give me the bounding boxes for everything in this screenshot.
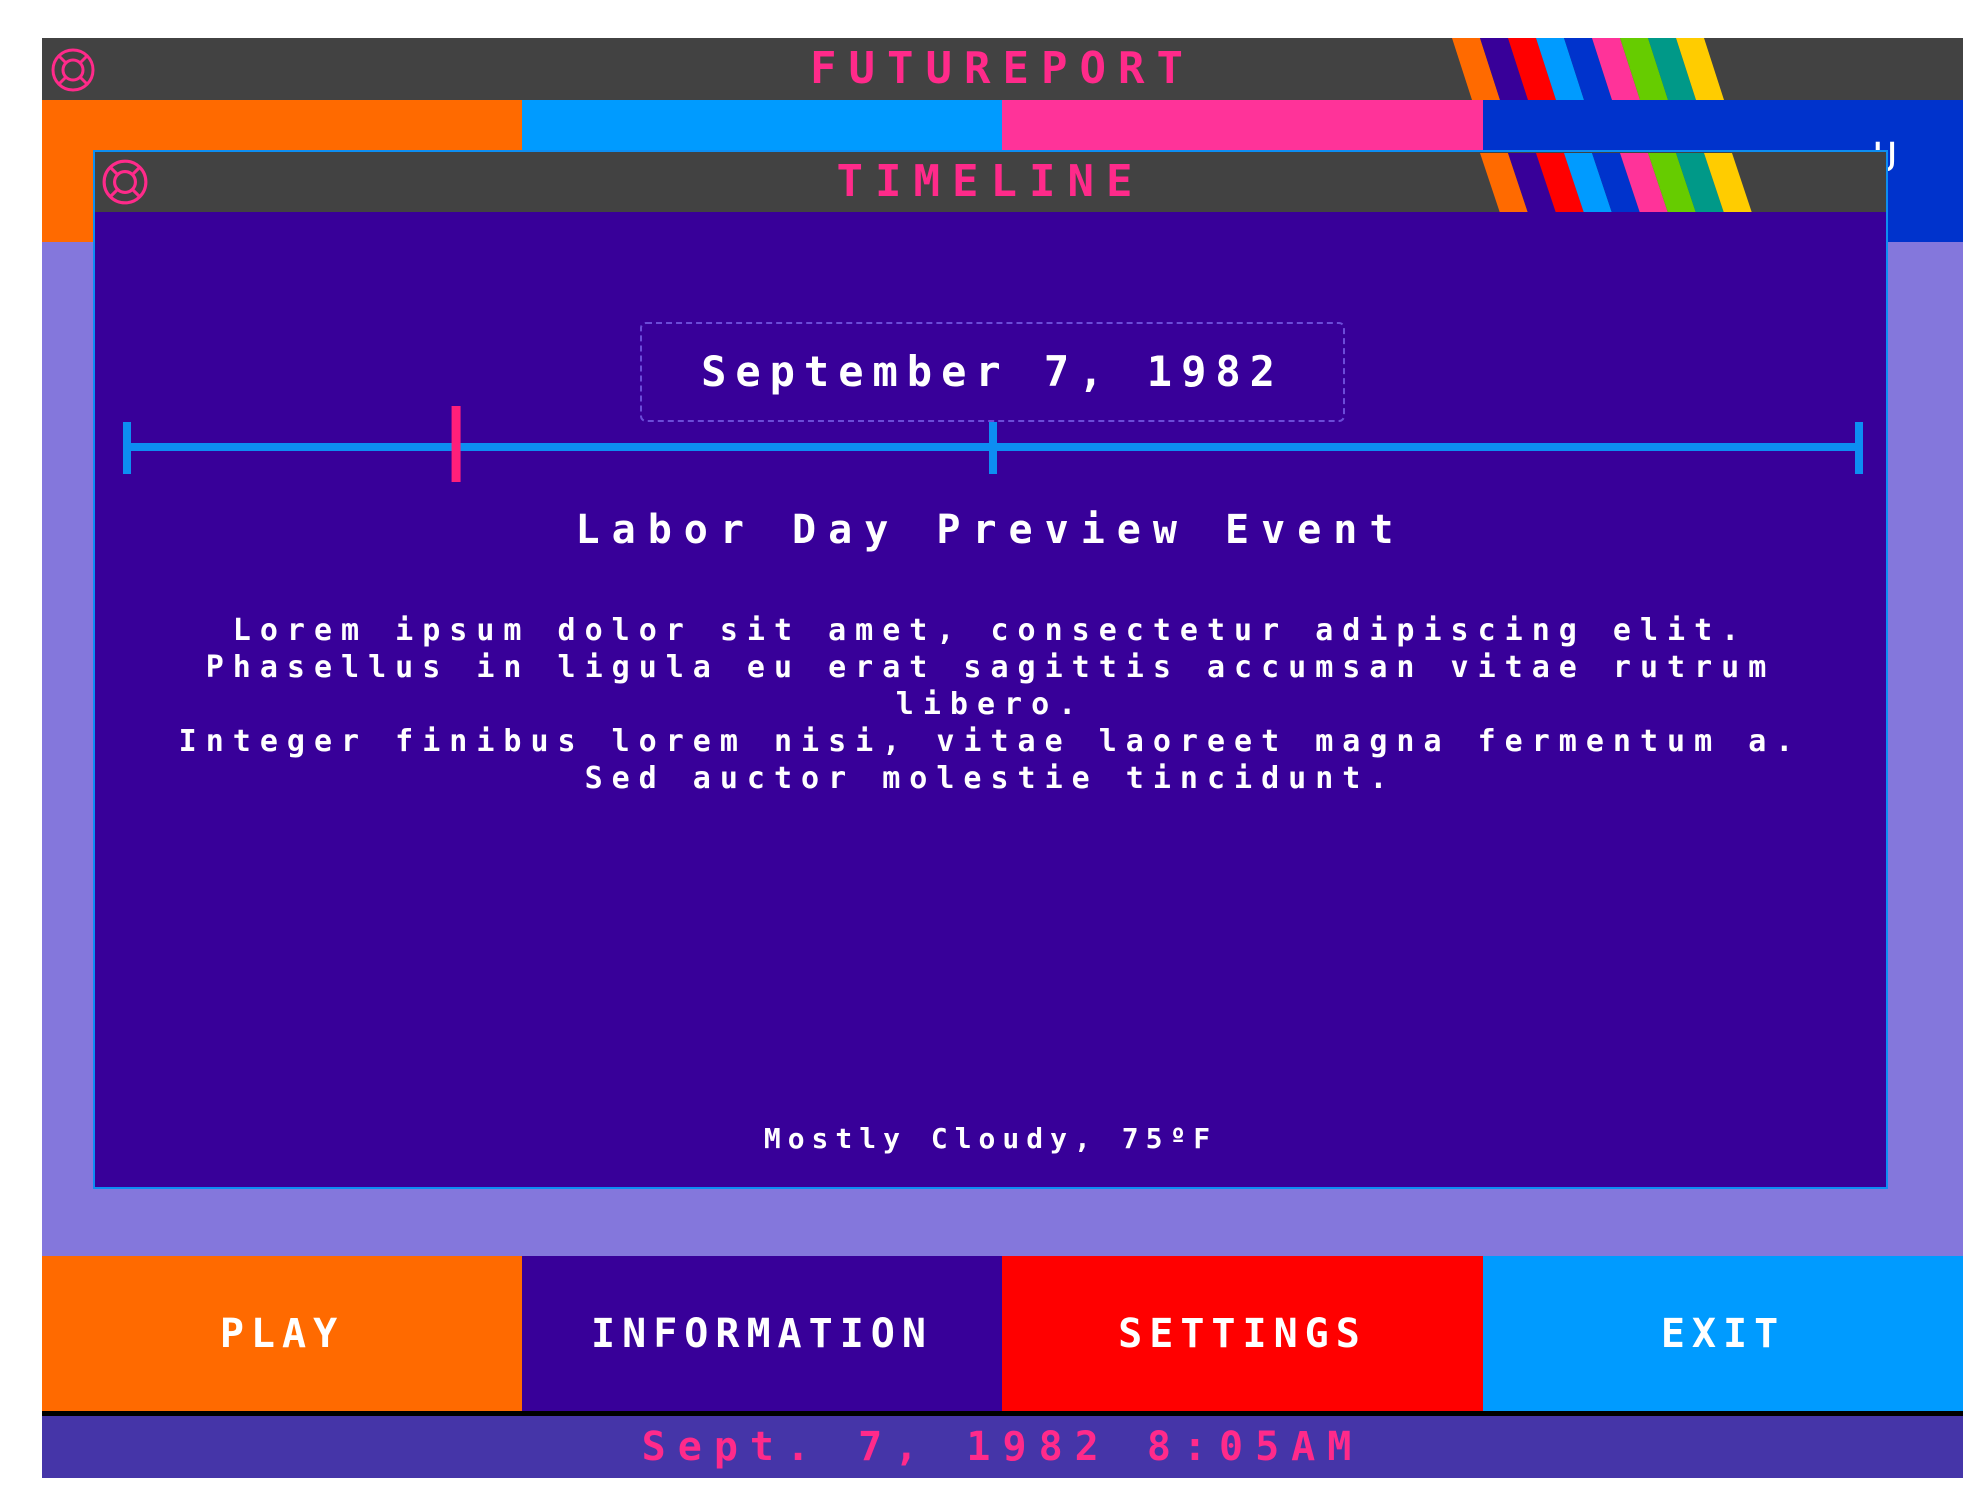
event-title: Labor Day Preview Event — [575, 507, 1406, 553]
weather-readout: Mostly Cloudy, 75ºF — [763, 1122, 1218, 1155]
event-description-paragraph: Lorem ipsum dolor sit amet, consectetur … — [205, 613, 1776, 722]
app-titlebar: FUTUREPORT — [42, 38, 1963, 100]
modal-titlebar: TIMELINE — [95, 152, 1886, 212]
exit-button[interactable]: EXIT — [1483, 1256, 1963, 1411]
status-datetime: Sept. 7, 1982 8:05AM — [42, 1416, 1963, 1478]
event-description-paragraph: Integer finibus lorem nisi, vitae laoree… — [178, 724, 1803, 796]
bottom-button-row: PLAY INFORMATION SETTINGS EXIT — [42, 1256, 1963, 1411]
play-button[interactable]: PLAY — [42, 1256, 522, 1411]
settings-button[interactable]: SETTINGS — [1002, 1256, 1483, 1411]
rainbow-stripes-decoration — [1480, 153, 1752, 212]
app-screen: FUTUREPORT U — [42, 38, 1963, 1480]
event-description: Lorem ipsum dolor sit amet, consectetur … — [125, 612, 1856, 797]
information-button[interactable]: INFORMATION — [522, 1256, 1002, 1411]
timeline-slider[interactable] — [123, 402, 1863, 482]
timeline-modal: TIMELINE September 7, 1982 Labor Day Pre… — [93, 150, 1888, 1189]
rainbow-stripes-decoration — [1452, 38, 1724, 100]
